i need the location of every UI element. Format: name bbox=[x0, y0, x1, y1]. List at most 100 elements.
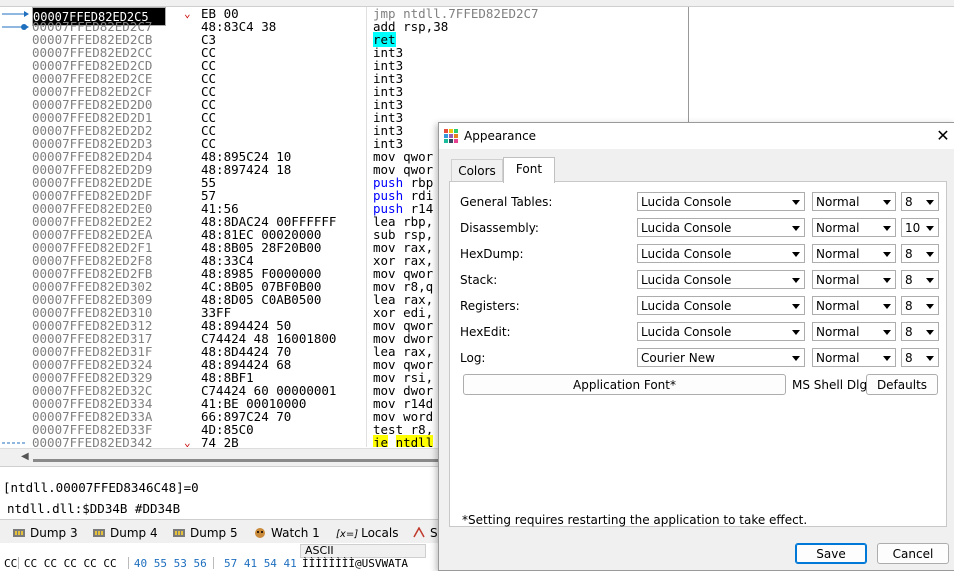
restart-note: *Setting requires restarting the applica… bbox=[462, 513, 808, 527]
font-style-select[interactable]: Normal bbox=[812, 244, 896, 263]
font-family-value: Lucida Console bbox=[641, 195, 732, 209]
dump-separator bbox=[18, 557, 19, 569]
operands: ntdll bbox=[395, 435, 434, 447]
font-style-select[interactable]: Normal bbox=[812, 270, 896, 289]
operands: rsp,38 bbox=[403, 19, 449, 34]
tab-dump-3[interactable]: Dump 3 bbox=[12, 524, 78, 542]
dialog-title: Appearance bbox=[464, 129, 537, 143]
tab-label: Dump 3 bbox=[30, 526, 78, 540]
pane-separator[interactable] bbox=[688, 7, 689, 125]
chevron-down-icon bbox=[792, 252, 800, 257]
chevron-down-icon bbox=[926, 252, 934, 257]
font-family-select[interactable]: Lucida Console bbox=[637, 322, 805, 341]
font-style-value: Normal bbox=[816, 299, 860, 313]
dump-separator bbox=[128, 557, 129, 569]
font-style-value: Normal bbox=[816, 351, 860, 365]
tab-colors[interactable]: Colors bbox=[451, 159, 503, 182]
tab-dump-4[interactable]: Dump 4 bbox=[92, 524, 158, 542]
font-style-value: Normal bbox=[816, 221, 860, 235]
appearance-dialog: Appearance ✕ Colors Font Application Fon… bbox=[438, 122, 954, 571]
tab-locals[interactable]: [x=] Locals bbox=[336, 524, 398, 542]
font-size-select[interactable]: 10 bbox=[901, 218, 939, 237]
palette-icon bbox=[444, 129, 458, 143]
chevron-down-icon bbox=[883, 304, 891, 309]
application-font-button[interactable]: Application Font* bbox=[463, 374, 786, 395]
locals-icon: [x=] bbox=[336, 529, 359, 540]
scroll-left-icon[interactable]: ◀ bbox=[21, 451, 29, 462]
chevron-down-icon bbox=[883, 200, 891, 205]
font-row-label: HexDump: bbox=[460, 247, 524, 261]
tab-watch-1[interactable]: Watch 1 bbox=[253, 524, 320, 542]
save-button[interactable]: Save bbox=[795, 543, 867, 564]
font-size-select[interactable]: 8 bbox=[901, 322, 939, 341]
font-row-label: Stack: bbox=[460, 273, 498, 287]
font-style-select[interactable]: Normal bbox=[812, 348, 896, 367]
font-size-select[interactable]: 8 bbox=[901, 270, 939, 289]
font-size-select[interactable]: 8 bbox=[901, 296, 939, 315]
font-size-select[interactable]: 8 bbox=[901, 348, 939, 367]
font-size-value: 8 bbox=[905, 299, 913, 313]
font-style-value: Normal bbox=[816, 195, 860, 209]
font-style-select[interactable]: Normal bbox=[812, 296, 896, 315]
chevron-down-icon bbox=[883, 278, 891, 283]
dump-bytes-row: CC CC CC CC CC CC 40 55 53 56 57 41 54 4… bbox=[4, 557, 297, 570]
font-family-value: Lucida Console bbox=[641, 299, 732, 313]
branch-arrowhead bbox=[24, 11, 29, 17]
font-family-select[interactable]: Lucida Console bbox=[637, 244, 805, 263]
font-size-value: 8 bbox=[905, 351, 913, 365]
chevron-down-icon bbox=[883, 252, 891, 257]
font-size-value: 8 bbox=[905, 195, 913, 209]
address-cell[interactable]: 00007FFED82ED342 bbox=[32, 436, 166, 447]
chevron-down-icon bbox=[926, 226, 934, 231]
chevron-down-icon bbox=[883, 330, 891, 335]
font-family-value: Lucida Console bbox=[641, 221, 732, 235]
chevron-down-icon bbox=[883, 226, 891, 231]
ascii-column-header: ASCII bbox=[300, 544, 426, 558]
dump-bytes-b: 40 55 53 56 bbox=[133, 557, 207, 570]
tab-label: Watch 1 bbox=[271, 526, 320, 540]
chevron-down-icon bbox=[792, 304, 800, 309]
defaults-button[interactable]: Defaults bbox=[866, 374, 938, 395]
dialog-titlebar[interactable]: Appearance ✕ bbox=[439, 123, 954, 149]
chevron-down-icon bbox=[792, 356, 800, 361]
cancel-button[interactable]: Cancel bbox=[877, 543, 949, 564]
dump-ascii: ÌÌÌÌÌÌÌÌ@USVWATA bbox=[302, 557, 408, 570]
font-family-select[interactable]: Lucida Console bbox=[637, 296, 805, 315]
bytes-cell[interactable]: 74 2B bbox=[201, 436, 239, 447]
instruction-cell[interactable]: je ntdll bbox=[373, 435, 434, 447]
operand-gap bbox=[396, 19, 404, 34]
chevron-down-icon bbox=[792, 200, 800, 205]
top-tab-strip bbox=[0, 0, 954, 7]
font-style-select[interactable]: Normal bbox=[812, 192, 896, 211]
chevron-down-icon bbox=[926, 200, 934, 205]
font-style-value: Normal bbox=[816, 247, 860, 261]
branch-marker: ⌄ bbox=[184, 7, 191, 20]
chevron-down-icon bbox=[792, 330, 800, 335]
font-family-value: Lucida Console bbox=[641, 273, 732, 287]
struct-icon bbox=[413, 527, 425, 538]
font-family-select[interactable]: Lucida Console bbox=[637, 192, 805, 211]
font-style-select[interactable]: Normal bbox=[812, 322, 896, 341]
font-style-select[interactable]: Normal bbox=[812, 218, 896, 237]
tab-label: Dump 5 bbox=[190, 526, 238, 540]
close-icon[interactable]: ✕ bbox=[935, 126, 951, 145]
font-family-select[interactable]: Courier New bbox=[637, 348, 805, 367]
font-family-value: Lucida Console bbox=[641, 247, 732, 261]
font-size-value: 8 bbox=[905, 247, 913, 261]
font-size-select[interactable]: 8 bbox=[901, 244, 939, 263]
font-family-select[interactable]: Lucida Console bbox=[637, 270, 805, 289]
font-style-value: Normal bbox=[816, 325, 860, 339]
font-size-select[interactable]: 8 bbox=[901, 192, 939, 211]
branch-marker: ⌄ bbox=[184, 436, 191, 447]
memory-icon bbox=[93, 529, 105, 537]
tab-font[interactable]: Font bbox=[503, 157, 555, 183]
font-row-label: General Tables: bbox=[460, 195, 553, 209]
font-row-label: HexEdit: bbox=[460, 325, 511, 339]
memory-icon bbox=[173, 529, 185, 537]
font-row-label: Registers: bbox=[460, 299, 520, 313]
font-family-select[interactable]: Lucida Console bbox=[637, 218, 805, 237]
font-size-value: 8 bbox=[905, 325, 913, 339]
column-separator bbox=[366, 7, 367, 447]
chevron-down-icon bbox=[926, 304, 934, 309]
tab-dump-5[interactable]: Dump 5 bbox=[172, 524, 238, 542]
